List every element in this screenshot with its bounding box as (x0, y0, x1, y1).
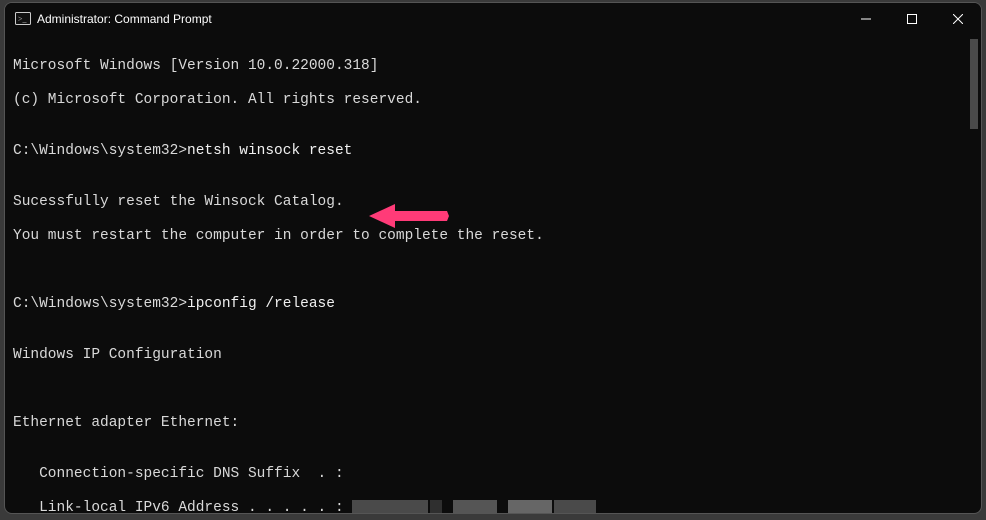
prompt-path: C:\Windows\system32> (13, 143, 187, 159)
terminal-output[interactable]: Microsoft Windows [Version 10.0.22000.31… (5, 35, 981, 513)
typed-command: ipconfig /release (187, 296, 335, 312)
scrollbar-thumb[interactable] (970, 39, 978, 129)
output-text: Link-local IPv6 Address . . . . . : (13, 500, 352, 513)
prompt-line: C:\Windows\system32>ipconfig /release (13, 296, 973, 313)
output-line: Microsoft Windows [Version 10.0.22000.31… (13, 58, 973, 75)
redacted-value (430, 500, 442, 513)
output-line: Link-local IPv6 Address . . . . . : (13, 500, 973, 513)
output-line: You must restart the computer in order t… (13, 228, 973, 245)
svg-text:>_: >_ (18, 15, 28, 24)
output-line: Connection-specific DNS Suffix . : (13, 466, 973, 483)
typed-command: netsh winsock reset (187, 143, 352, 159)
window-controls (843, 3, 981, 35)
command-prompt-window: >_ Administrator: Command Prompt Microso… (4, 2, 982, 514)
output-line: Sucessfully reset the Winsock Catalog. (13, 194, 973, 211)
redacted-value (508, 500, 552, 513)
prompt-line: C:\Windows\system32>netsh winsock reset (13, 143, 973, 160)
cmd-icon: >_ (15, 11, 31, 27)
redacted-value (352, 500, 428, 513)
close-button[interactable] (935, 3, 981, 35)
titlebar[interactable]: >_ Administrator: Command Prompt (5, 3, 981, 35)
redacted-value (554, 500, 596, 513)
maximize-button[interactable] (889, 3, 935, 35)
output-line: (c) Microsoft Corporation. All rights re… (13, 92, 973, 109)
window-title: Administrator: Command Prompt (37, 12, 212, 26)
output-line: Ethernet adapter Ethernet: (13, 415, 973, 432)
redacted-value (453, 500, 497, 513)
output-line: Windows IP Configuration (13, 347, 973, 364)
minimize-button[interactable] (843, 3, 889, 35)
prompt-path: C:\Windows\system32> (13, 296, 187, 312)
